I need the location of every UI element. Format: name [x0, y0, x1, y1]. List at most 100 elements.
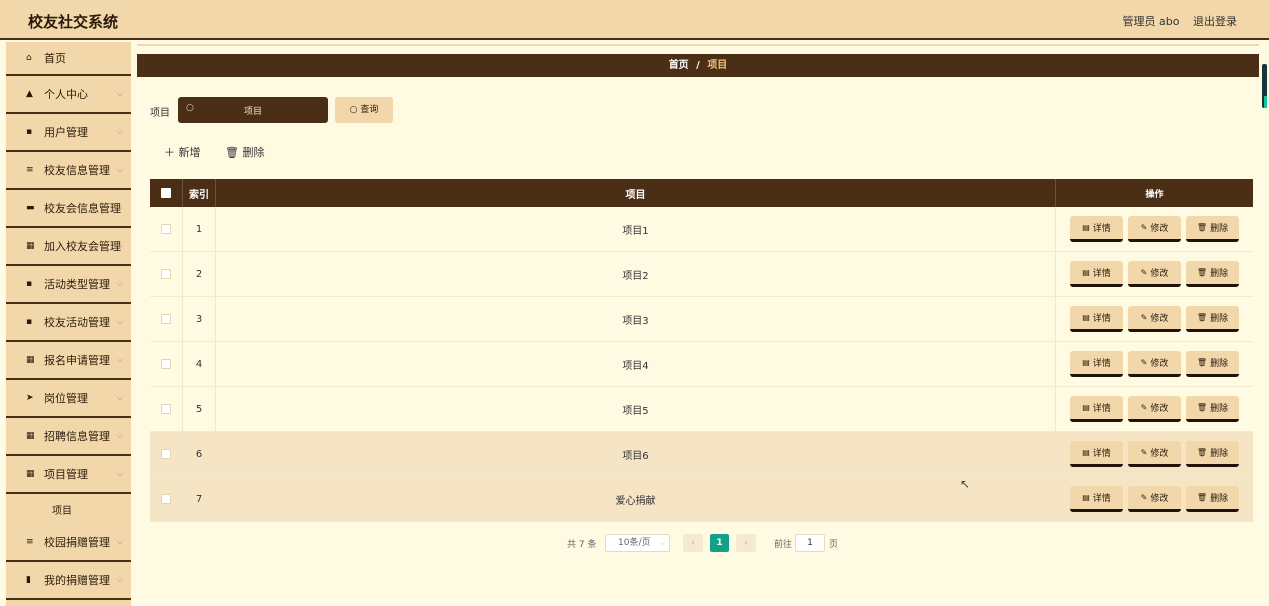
grid-icon: ▦	[26, 469, 35, 479]
trash-icon: 🗑	[225, 146, 243, 159]
detail-label: 详情	[1092, 404, 1111, 414]
delete-label: 删除	[1210, 314, 1229, 324]
edit-button[interactable]: ✎ 修改	[1128, 486, 1181, 512]
select-all-checkbox[interactable]	[161, 188, 171, 198]
prev-page-button[interactable]: ‹	[683, 534, 703, 552]
row-check-cell	[150, 207, 183, 251]
row-checkbox[interactable]	[161, 404, 171, 414]
row-project-name: 项目3	[216, 297, 1056, 341]
delete-button[interactable]: 🗑 删除	[1186, 261, 1239, 287]
chevron-down-icon: ⌵	[116, 575, 123, 584]
sidebar-item-label: 活动类型管理	[44, 278, 110, 291]
delete-button[interactable]: 🗑 删除	[1186, 351, 1239, 377]
row-check-cell	[150, 477, 183, 521]
add-button[interactable]: ＋ 新增	[164, 144, 201, 160]
edit-button[interactable]: ✎ 修改	[1128, 396, 1181, 422]
row-checkbox[interactable]	[161, 494, 171, 504]
search-input[interactable]: ○ 项目	[178, 97, 328, 123]
edit-button[interactable]: ✎ 修改	[1128, 351, 1181, 377]
pagination-total: 共 7 条	[567, 540, 597, 550]
row-checkbox[interactable]	[161, 224, 171, 234]
row-checkbox[interactable]	[161, 359, 171, 369]
document-icon: ▤	[1082, 493, 1090, 502]
detail-button[interactable]: ▤ 详情	[1070, 396, 1123, 422]
row-actions: ▤ 详情 ✎ 修改 🗑 删除	[1056, 477, 1253, 521]
sidebar-item-10[interactable]: ▦ 招聘信息管理 ⌵	[6, 418, 131, 456]
batch-delete-button[interactable]: 🗑 删除	[225, 144, 264, 160]
sidebar-item-2[interactable]: ▪ 用户管理 ⌵	[6, 114, 131, 152]
row-checkbox[interactable]	[161, 314, 171, 324]
detail-button[interactable]: ▤ 详情	[1070, 216, 1123, 242]
sidebar-item-0[interactable]: ⌂ 首页	[6, 42, 131, 76]
document-icon: ▤	[1082, 313, 1090, 322]
row-project-name: 项目6	[216, 432, 1056, 476]
delete-button[interactable]: 🗑 删除	[1186, 396, 1239, 422]
table-row: 3 项目3 ▤ 详情 ✎ 修改 🗑 删除	[150, 297, 1253, 342]
breadcrumb-home[interactable]: 首页	[669, 60, 689, 71]
row-project-name: 项目5	[216, 387, 1056, 431]
page-size-select[interactable]: 10条/页 ⌵	[605, 534, 670, 552]
trash-icon: 🗑	[1196, 403, 1208, 412]
document-icon: ▤	[1082, 358, 1090, 367]
next-page-button[interactable]: ›	[736, 534, 756, 552]
table-header: 索引 项目 操作	[150, 179, 1253, 207]
table-row: 6 项目6 ▤ 详情 ✎ 修改 🗑 删除	[150, 432, 1253, 477]
delete-button[interactable]: 🗑 删除	[1186, 441, 1239, 467]
sliders-icon: ≡	[26, 165, 34, 175]
delete-button[interactable]: 🗑 删除	[1186, 306, 1239, 332]
sidebar-item-label: 报名申请管理	[44, 354, 110, 367]
sidebar-subitem-project[interactable]: 项目	[6, 494, 131, 524]
detail-label: 详情	[1092, 224, 1111, 234]
edit-button[interactable]: ✎ 修改	[1128, 441, 1181, 467]
data-table: 索引 项目 操作 1 项目1 ▤ 详情 ✎ 修改 🗑 删除 2 项目2 ▤ 详情 ✎ 修改 🗑 删除 3 项目3 ▤…	[150, 179, 1253, 522]
sidebar-item-1[interactable]: ▲ 个人中心 ⌵	[6, 76, 131, 114]
add-button-label: 新增	[178, 146, 201, 159]
detail-label: 详情	[1092, 314, 1111, 324]
edit-button[interactable]: ✎ 修改	[1128, 216, 1181, 242]
detail-button[interactable]: ▤ 详情	[1070, 441, 1123, 467]
detail-button[interactable]: ▤ 详情	[1070, 261, 1123, 287]
sidebar-item-11[interactable]: ▦ 项目管理 ⌵	[6, 456, 131, 494]
breadcrumb-separator: /	[696, 60, 700, 71]
row-check-cell	[150, 387, 183, 431]
query-button[interactable]: ○ 查询	[335, 97, 393, 123]
delete-label: 删除	[1210, 494, 1229, 504]
current-page-button[interactable]: 1	[710, 534, 729, 552]
sidebar-item-label: 招聘信息管理	[44, 430, 110, 443]
sidebar-item-5[interactable]: ▦ 加入校友会管理 ⌵	[6, 228, 131, 266]
goto-page-input[interactable]: 1	[795, 534, 825, 552]
edit-button[interactable]: ✎ 修改	[1128, 306, 1181, 332]
sidebar-item-3[interactable]: ≡ 校友信息管理 ⌵	[6, 152, 131, 190]
detail-label: 详情	[1092, 494, 1111, 504]
delete-button[interactable]: 🗑 删除	[1186, 486, 1239, 512]
row-checkbox[interactable]	[161, 269, 171, 279]
logout-link[interactable]: 退出登录	[1193, 15, 1237, 28]
edit-button[interactable]: ✎ 修改	[1128, 261, 1181, 287]
sidebar-item-8[interactable]: ▦ 报名申请管理 ⌵	[6, 342, 131, 380]
sidebar-item-4[interactable]: ▬ 校友会信息管理 ⌵	[6, 190, 131, 228]
delete-button[interactable]: 🗑 删除	[1186, 216, 1239, 242]
sidebar-item-13[interactable]: ▮ 我的捐赠管理 ⌵	[6, 562, 131, 600]
delete-label: 删除	[1210, 224, 1229, 234]
chevron-down-icon: ⌵	[116, 241, 123, 250]
detail-button[interactable]: ▤ 详情	[1070, 486, 1123, 512]
pencil-icon: ✎	[1140, 313, 1148, 322]
plus-icon: ＋	[164, 146, 179, 159]
detail-button[interactable]: ▤ 详情	[1070, 351, 1123, 377]
edit-label: 修改	[1150, 494, 1169, 504]
table-row: 5 项目5 ▤ 详情 ✎ 修改 🗑 删除	[150, 387, 1253, 432]
row-index: 7	[183, 477, 216, 521]
row-check-cell	[150, 432, 183, 476]
sidebar-item-label: 校友会信息管理	[44, 202, 121, 215]
sidebar-item-label: 个人中心	[44, 88, 88, 101]
row-checkbox[interactable]	[161, 449, 171, 459]
user-icon: ▲	[26, 89, 33, 99]
sidebar-item-7[interactable]: ▪ 校友活动管理 ⌵	[6, 304, 131, 342]
sidebar-item-6[interactable]: ▪ 活动类型管理 ⌵	[6, 266, 131, 304]
sidebar-item-label: 校友活动管理	[44, 316, 110, 329]
document-icon: ▤	[1082, 448, 1090, 457]
detail-button[interactable]: ▤ 详情	[1070, 306, 1123, 332]
sidebar-item-9[interactable]: ➤ 岗位管理 ⌵	[6, 380, 131, 418]
breadcrumb: 首页 / 项目	[137, 54, 1259, 77]
bar-chart-icon: ▮	[26, 575, 31, 585]
